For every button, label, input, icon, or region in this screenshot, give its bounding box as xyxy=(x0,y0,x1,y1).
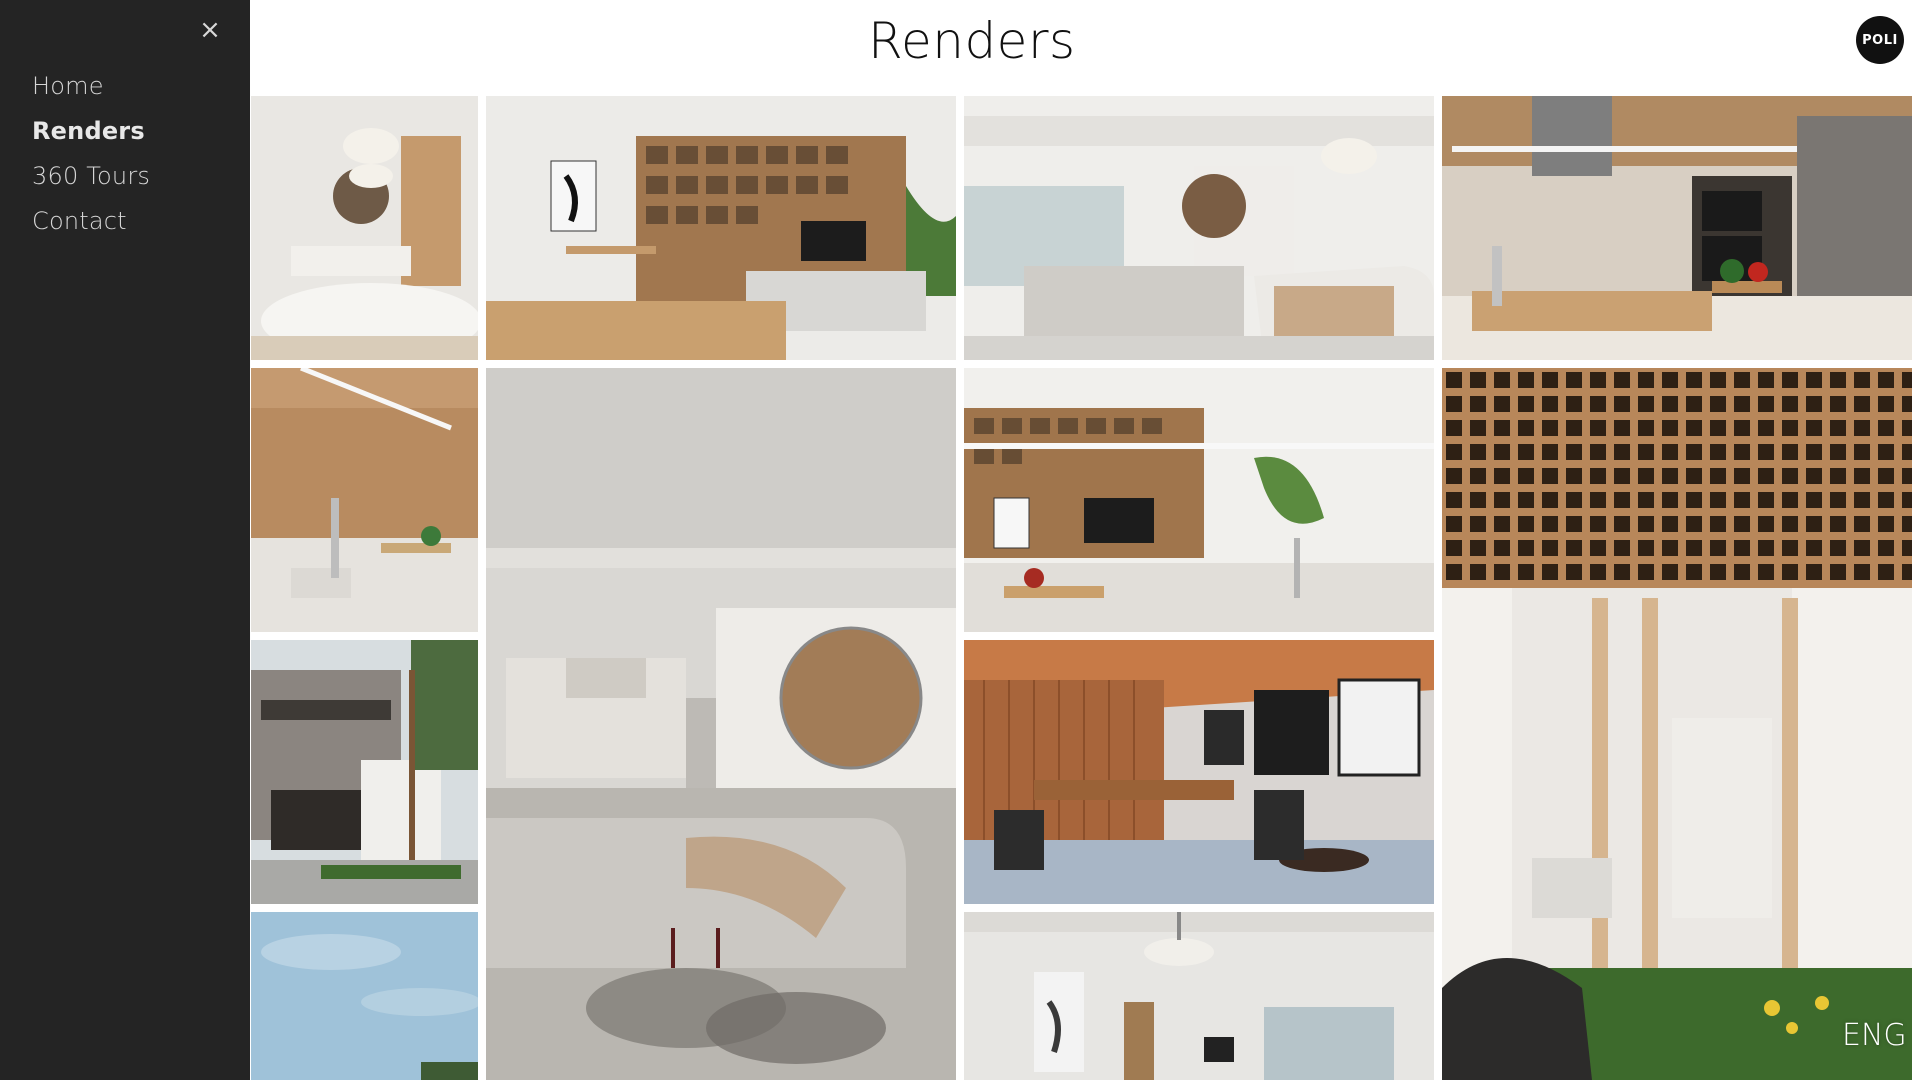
brand-logo[interactable]: POLI xyxy=(1856,16,1904,64)
sidebar-item-home[interactable]: Home xyxy=(32,64,150,109)
page-header xyxy=(250,0,1920,94)
render-thumbnail[interactable] xyxy=(1442,368,1912,1080)
sidebar-item-360-tours[interactable]: 360 Tours xyxy=(32,154,150,199)
render-thumbnail[interactable] xyxy=(964,96,1434,360)
page-title: Renders xyxy=(868,12,1076,70)
render-thumbnail[interactable] xyxy=(964,640,1434,904)
render-thumbnail[interactable] xyxy=(251,96,478,360)
render-thumbnail[interactable] xyxy=(486,96,956,360)
render-gallery xyxy=(0,0,1920,1080)
sidebar-nav: Home Renders 360 Tours Contact xyxy=(32,64,150,244)
render-thumbnail[interactable] xyxy=(486,368,956,1080)
render-thumbnail[interactable] xyxy=(1442,96,1912,360)
render-thumbnail[interactable] xyxy=(251,640,478,904)
sidebar-menu: × Home Renders 360 Tours Contact xyxy=(0,0,250,1080)
render-thumbnail[interactable] xyxy=(964,368,1434,632)
sidebar-item-contact[interactable]: Contact xyxy=(32,199,150,244)
render-thumbnail[interactable] xyxy=(964,912,1434,1080)
render-thumbnail[interactable] xyxy=(251,368,478,632)
render-thumbnail[interactable] xyxy=(251,912,478,1080)
language-switch[interactable]: ENG xyxy=(1842,1018,1907,1053)
sidebar-item-renders[interactable]: Renders xyxy=(32,109,150,154)
close-icon[interactable]: × xyxy=(196,16,224,44)
